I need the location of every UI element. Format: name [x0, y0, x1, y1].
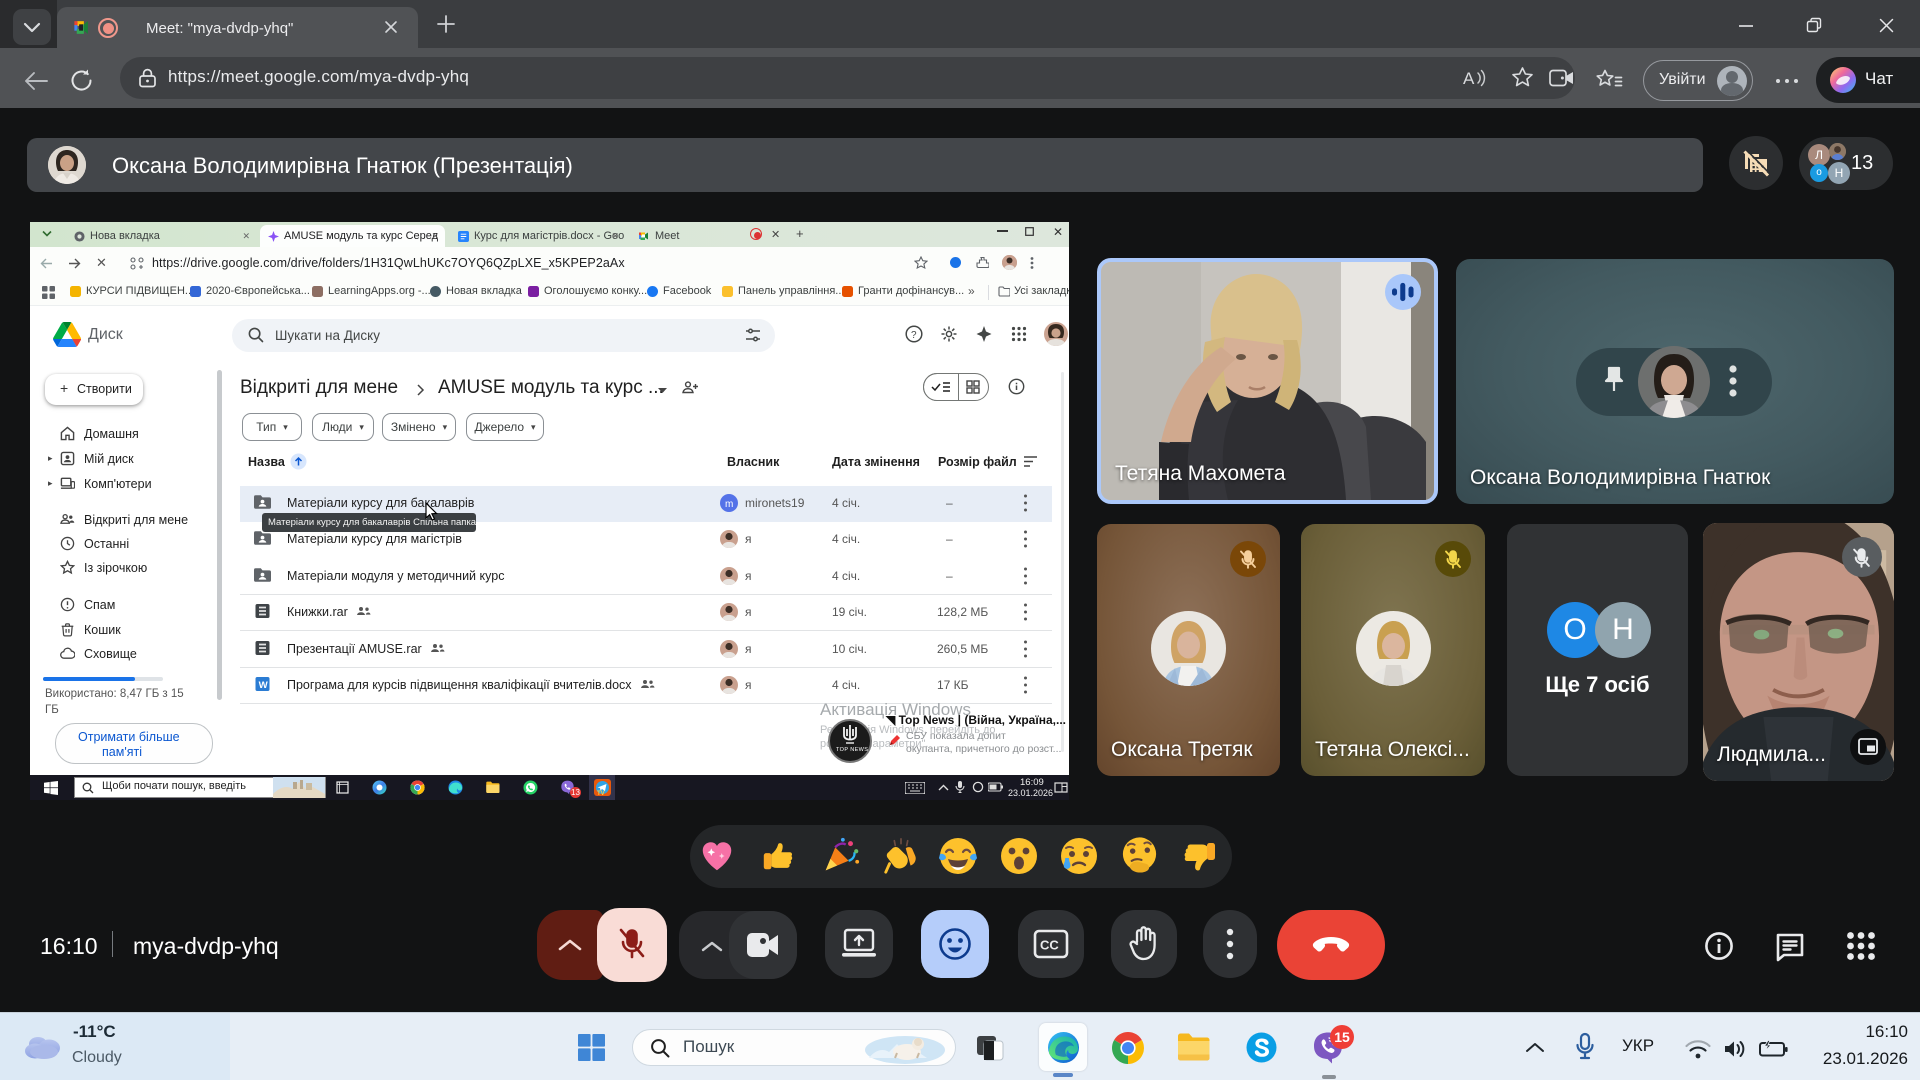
svg-text:W: W [259, 680, 269, 691]
svg-text:?: ? [911, 330, 917, 341]
svg-text:A: A [1463, 69, 1475, 88]
svg-text:CC: CC [1040, 938, 1059, 953]
svg-text:m: m [725, 499, 733, 510]
